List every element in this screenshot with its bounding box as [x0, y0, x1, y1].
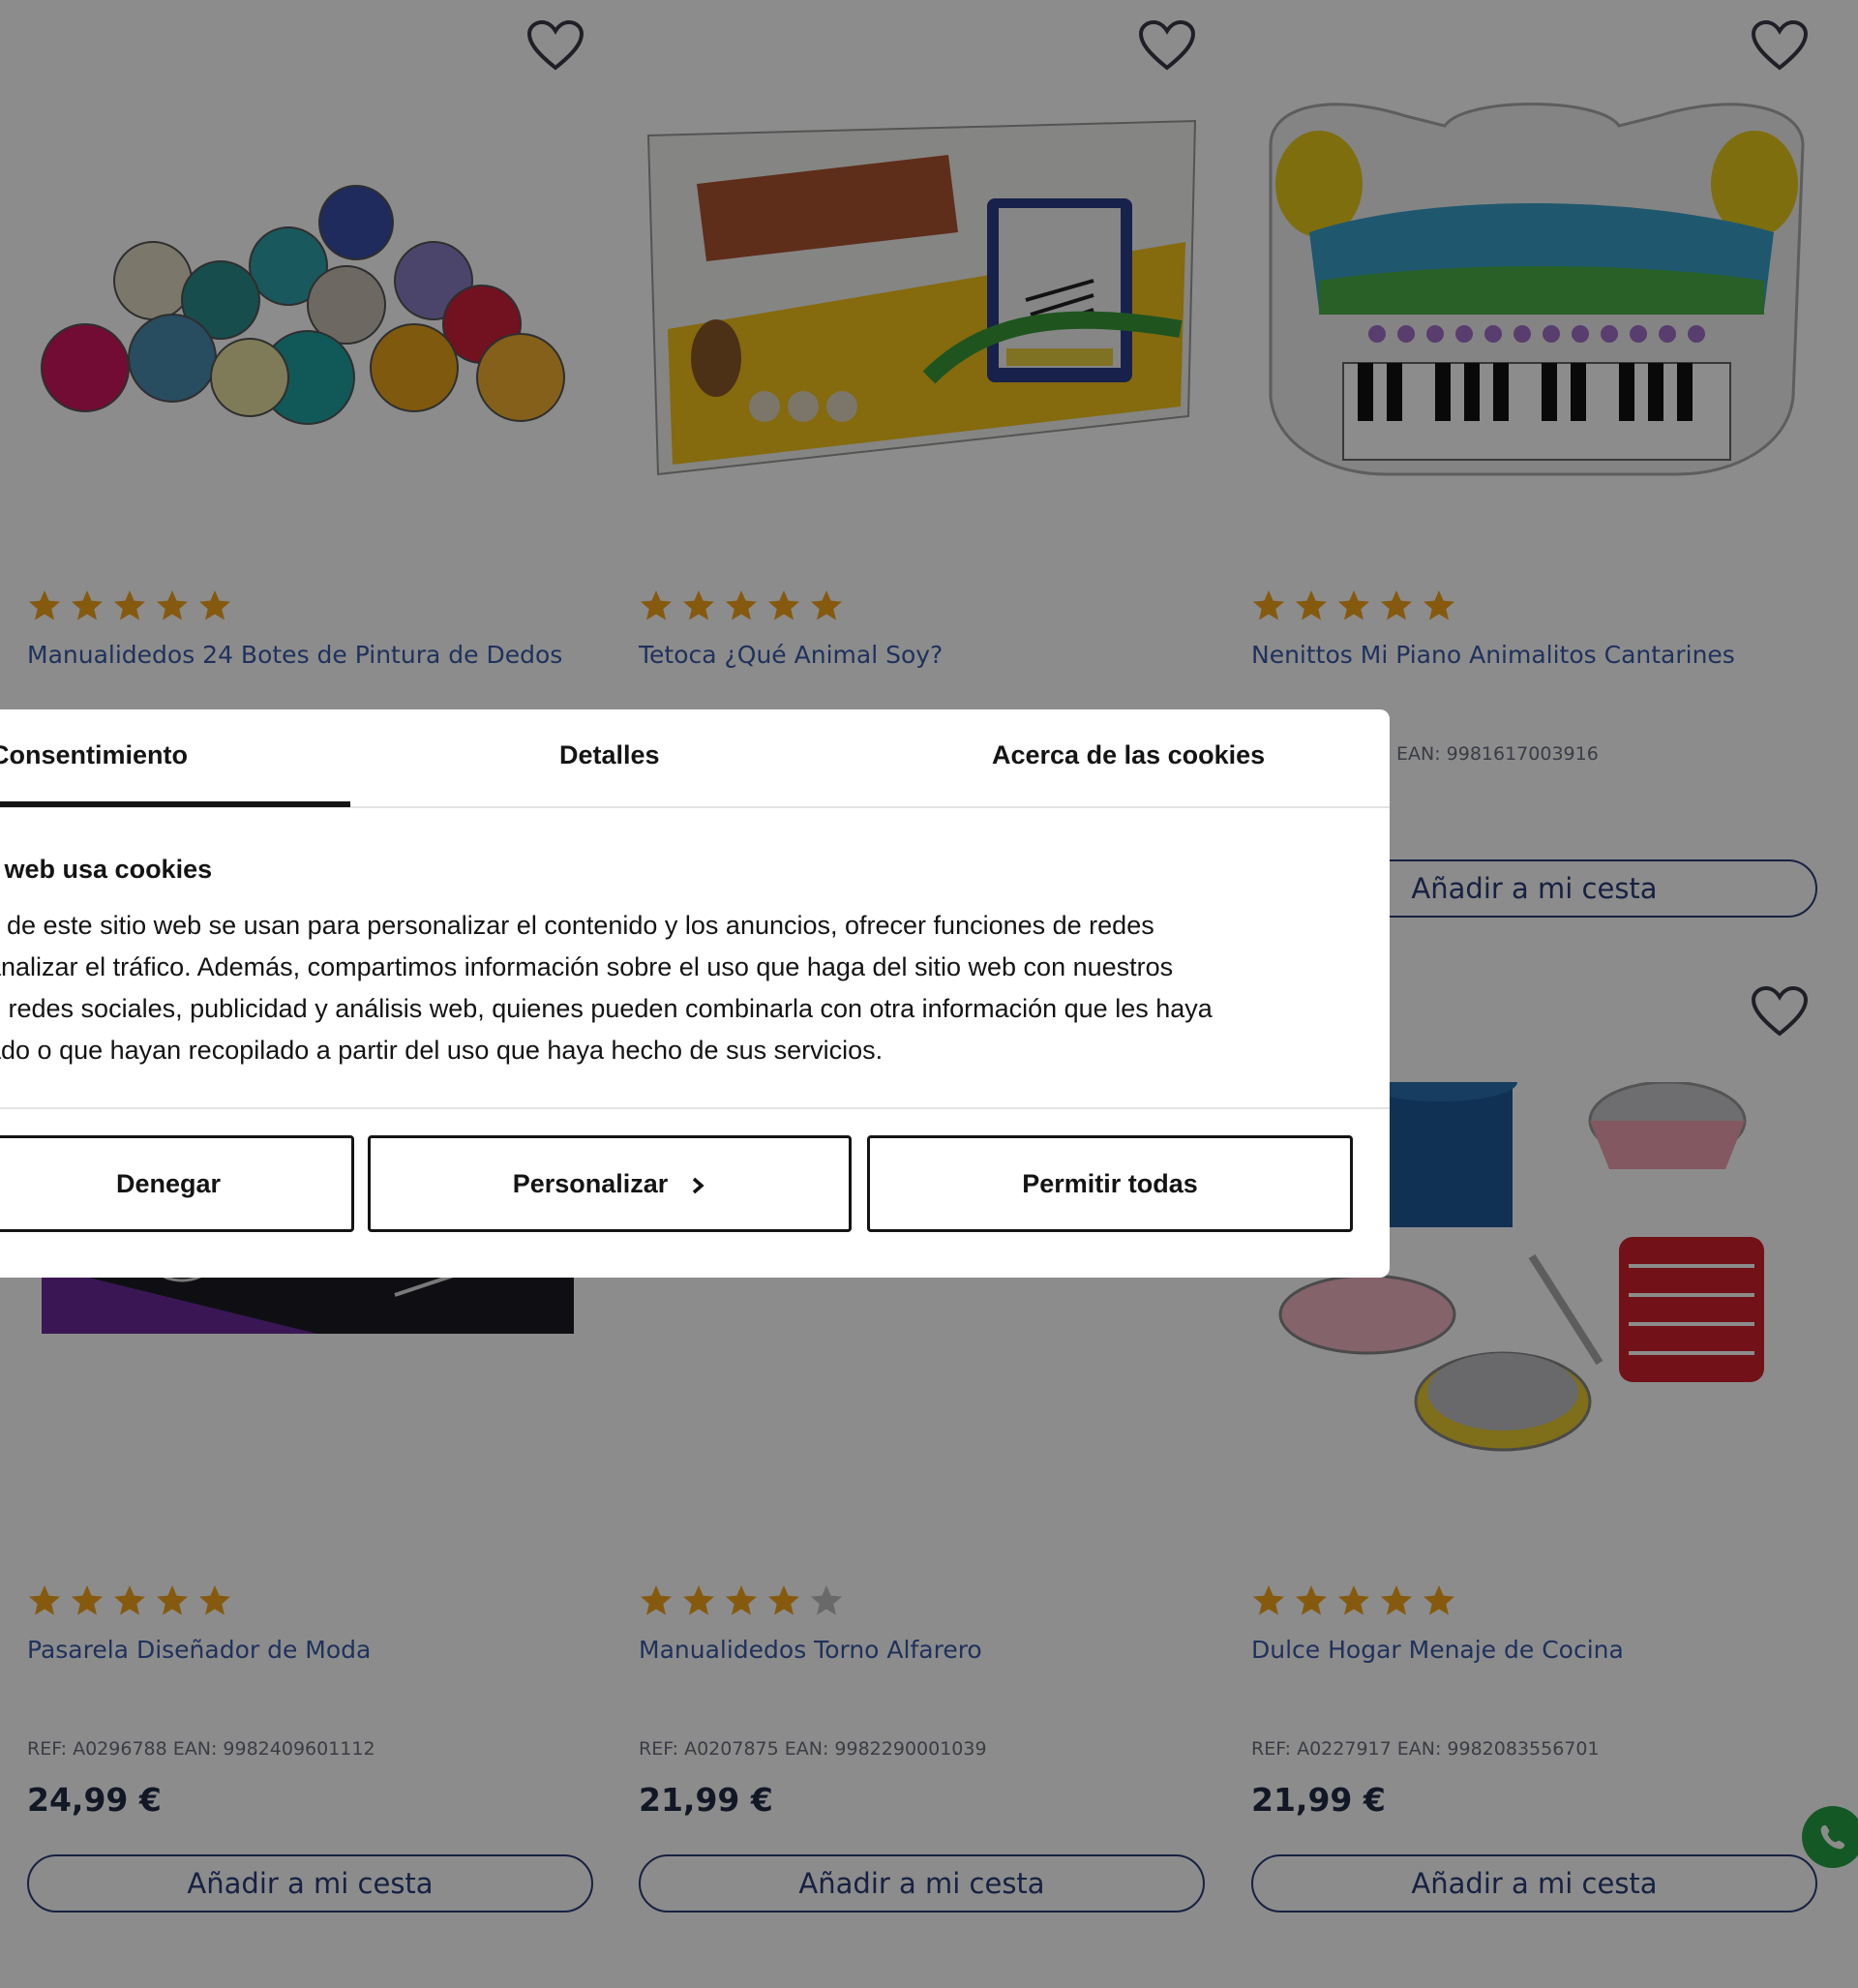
customize-button[interactable]: Personalizar — [368, 1135, 852, 1232]
cookie-description-line: e redes sociales, publicidad y análisis … — [0, 994, 1213, 1023]
tab-consentimiento[interactable]: Consentimiento — [0, 740, 188, 770]
deny-button-label: Denegar — [115, 1168, 222, 1198]
customize-button-label: Personalizar — [512, 1168, 669, 1198]
divider — [0, 1107, 1390, 1109]
cookie-tabs: Consentimiento Detalles Acerca de las co… — [0, 709, 1390, 808]
deny-button[interactable]: Denegar — [0, 1135, 354, 1232]
cookie-description-line: analizar el tráfico. Además, compartimos… — [0, 952, 1174, 981]
allow-all-button[interactable]: Permitir todas — [867, 1135, 1353, 1232]
cookie-consent-dialog: Consentimiento Detalles Acerca de las co… — [0, 709, 1390, 1278]
cookie-heading: a web usa cookies — [0, 855, 213, 884]
cookie-description-line: ado o que hayan recopilado a partir del … — [0, 1036, 884, 1065]
tab-acerca-de-cookies[interactable]: Acerca de las cookies — [992, 740, 1265, 770]
allow-all-button-label: Permitir todas — [1022, 1168, 1198, 1198]
chevron-right-icon — [693, 1177, 704, 1194]
active-tab-indicator — [0, 801, 350, 807]
cookie-description-line: s de este sitio web se usan para persona… — [0, 911, 1154, 940]
cookie-description: s de este sitio web se usan para persona… — [0, 905, 1361, 1071]
tab-detalles[interactable]: Detalles — [559, 740, 660, 770]
